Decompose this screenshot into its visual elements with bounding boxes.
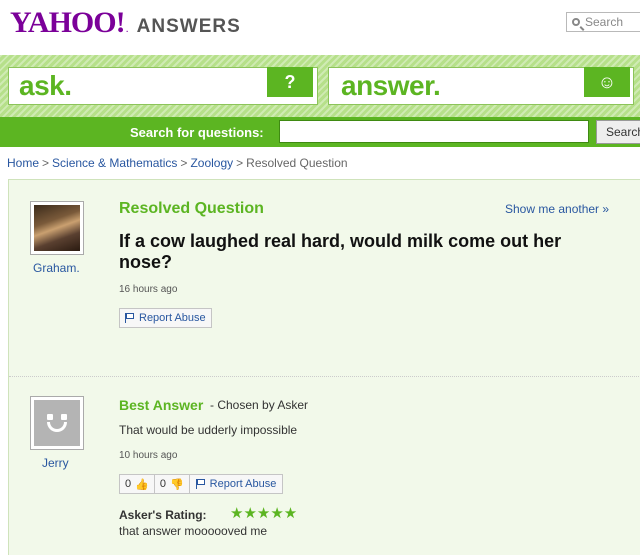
thumbs-up-button[interactable]: 0 👍 xyxy=(119,474,155,494)
smiley-icon: ☺ xyxy=(584,67,630,97)
flag-icon xyxy=(125,313,134,323)
ask-answer-band: ask. ? answer. ☺ xyxy=(0,55,640,117)
search-button[interactable]: Search xyxy=(596,120,640,144)
answer-report-abuse-label: Report Abuse xyxy=(209,478,277,490)
question-panel: Graham. Resolved Question Show me anothe… xyxy=(8,179,640,555)
logo-answers-text: ANSWERS xyxy=(136,16,241,37)
best-answer-title: Best Answer xyxy=(119,397,204,413)
asker-photo xyxy=(34,205,80,251)
answer-report-abuse-button[interactable]: Report Abuse xyxy=(188,474,284,494)
breadcrumb-separator: > xyxy=(180,156,188,170)
thumbs-up-count: 0 xyxy=(125,478,132,490)
thumbs-up-icon: 👍 xyxy=(135,478,149,491)
asker-avatar[interactable] xyxy=(30,201,84,255)
top-search-box[interactable]: Search xyxy=(566,12,640,32)
show-another-link[interactable]: Show me another » xyxy=(505,202,609,216)
answer-text: That would be udderly impossible xyxy=(119,423,298,437)
logo-dot: . xyxy=(125,23,129,35)
report-abuse-label: Report Abuse xyxy=(139,312,206,324)
logo-yahoo-text: YAHOO! xyxy=(10,6,126,39)
rating-stars: ★★★★★ xyxy=(230,505,298,522)
ask-box[interactable]: ask. ? xyxy=(8,67,318,105)
breadcrumb-zoology[interactable]: Zoology xyxy=(190,156,233,170)
thumbs-down-count: 0 xyxy=(159,478,166,490)
question-search-input[interactable] xyxy=(279,120,589,143)
askers-rating-label: Asker's Rating: xyxy=(119,508,207,522)
question-text: If a cow laughed real hard, would milk c… xyxy=(119,231,562,272)
yahoo-answers-logo[interactable]: YAHOO! . ANSWERS xyxy=(10,8,241,38)
top-search-placeholder: Search xyxy=(585,15,624,29)
answerer-name[interactable]: Jerry xyxy=(42,456,69,470)
ask-label: ask. xyxy=(19,70,72,101)
breadcrumb: Home > Science & Mathematics > Zoology > Resol… xyxy=(7,156,348,170)
answer-time: 10 hours ago xyxy=(119,450,178,461)
resolved-question-title: Resolved Question xyxy=(119,200,264,217)
answer-box[interactable]: answer. ☺ xyxy=(328,67,634,105)
thumbs-down-icon: 👎 xyxy=(169,478,184,491)
section-divider xyxy=(9,376,640,377)
question-mark-icon: ? xyxy=(267,67,313,97)
breadcrumb-separator: > xyxy=(42,156,50,170)
answerer-avatar[interactable] xyxy=(30,396,84,450)
report-abuse-button[interactable]: Report Abuse xyxy=(119,308,212,328)
breadcrumb-home[interactable]: Home xyxy=(7,156,39,170)
breadcrumb-separator: > xyxy=(236,156,244,170)
question-search-bar: Search for questions: Search xyxy=(0,117,640,147)
answer-label: answer. xyxy=(341,70,441,101)
asker-name[interactable]: Graham. xyxy=(33,261,80,275)
vote-bar: 0 👍 0 👎 Report Abuse xyxy=(119,474,284,494)
chosen-by-asker: - Chosen by Asker xyxy=(210,398,309,412)
default-avatar-icon xyxy=(34,400,80,446)
search-icon xyxy=(572,18,580,26)
flag-icon xyxy=(195,479,205,489)
breadcrumb-science-mathematics[interactable]: Science & Mathematics xyxy=(52,156,177,170)
thumbs-down-button[interactable]: 0 👎 xyxy=(153,474,190,494)
question-time: 16 hours ago xyxy=(119,284,178,295)
search-questions-label: Search for questions: xyxy=(130,125,264,140)
asker-comment: that answer moooooved me xyxy=(119,524,268,538)
breadcrumb-current: Resolved Question xyxy=(246,156,348,170)
